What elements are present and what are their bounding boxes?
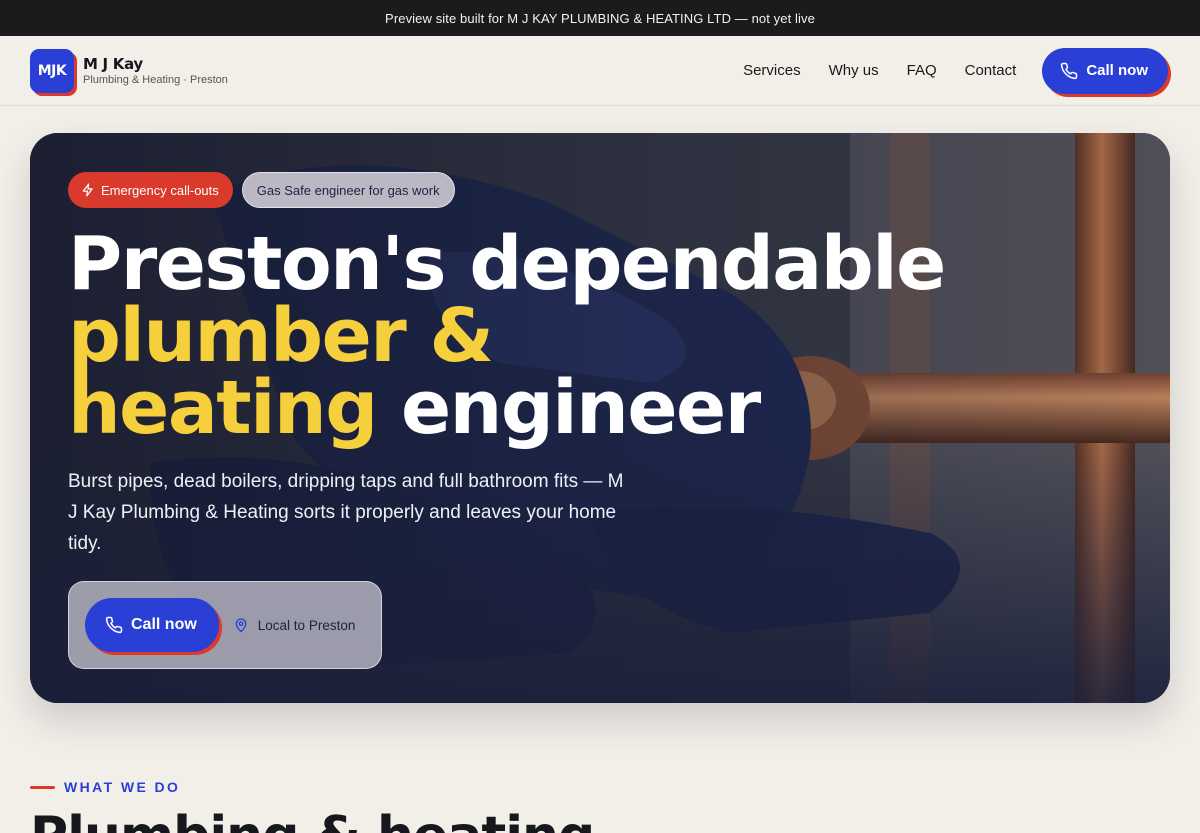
main-nav: Services Why us FAQ Contact Call now (743, 47, 1170, 94)
nav-link-contact[interactable]: Contact (965, 62, 1017, 79)
preview-banner-text: Preview site built for M J KAY PLUMBING … (385, 10, 815, 26)
hero-call-button[interactable]: Call now (85, 598, 219, 652)
badge-gas-safe: Gas Safe engineer for gas work (241, 172, 455, 208)
services-title: Plumbing & heating (30, 806, 595, 833)
badge-emergency: Emergency call-outs (68, 172, 233, 208)
eyebrow-divider (30, 785, 55, 789)
hero-lead-text: Burst pipes, dead boilers, dripping taps… (68, 471, 624, 554)
hero-call-label: Call now (131, 616, 197, 633)
badge-gas-safe-label: Gas Safe engineer for gas work (256, 182, 440, 198)
header-call-button[interactable]: Call now (1042, 47, 1168, 94)
headline-line-3: heating engineer (68, 371, 945, 445)
badge-emergency-label: Emergency call-outs (101, 182, 219, 198)
logo[interactable]: MJK (30, 48, 74, 93)
hero-cta-panel: Call now Local to Preston (68, 581, 382, 669)
brand-tagline: Plumbing & Heating · Preston (83, 74, 228, 86)
nav-link-services[interactable]: Services (743, 62, 801, 79)
location-note: Local to Preston (233, 617, 356, 633)
hero-banner: Emergency call-outs Gas Safe engineer fo… (30, 133, 1170, 703)
phone-icon (105, 616, 123, 634)
lightning-icon (82, 183, 93, 197)
brand-name: M J Kay (83, 55, 143, 73)
headline-line-2: plumber & (68, 293, 494, 379)
site-header: MJK M J Kay Plumbing & Heating · Preston… (0, 36, 1200, 106)
location-label: Local to Preston (257, 617, 356, 633)
brand[interactable]: M J Kay Plumbing & Heating · Preston (83, 55, 228, 86)
hero-badges: Emergency call-outs Gas Safe engineer fo… (68, 172, 945, 208)
headline-line-3-rest: engineer (376, 365, 761, 451)
headline-highlight: heating (68, 365, 378, 451)
section-eyebrow: WHAT WE DO (30, 779, 180, 795)
headline-line-1: Preston's dependable (68, 221, 946, 307)
logo-text: MJK (37, 62, 67, 79)
header-call-label: Call now (1086, 62, 1148, 79)
nav-link-why-us[interactable]: Why us (829, 62, 879, 79)
map-pin-icon (235, 618, 247, 633)
hero-content: Emergency call-outs Gas Safe engineer fo… (68, 172, 946, 669)
phone-icon (1061, 62, 1078, 79)
preview-banner: Preview site built for M J KAY PLUMBING … (0, 0, 1200, 36)
eyebrow-text: WHAT WE DO (64, 779, 181, 795)
hero-headline: Preston's dependable plumber & heating e… (68, 221, 946, 445)
nav-link-faq[interactable]: FAQ (907, 62, 937, 79)
